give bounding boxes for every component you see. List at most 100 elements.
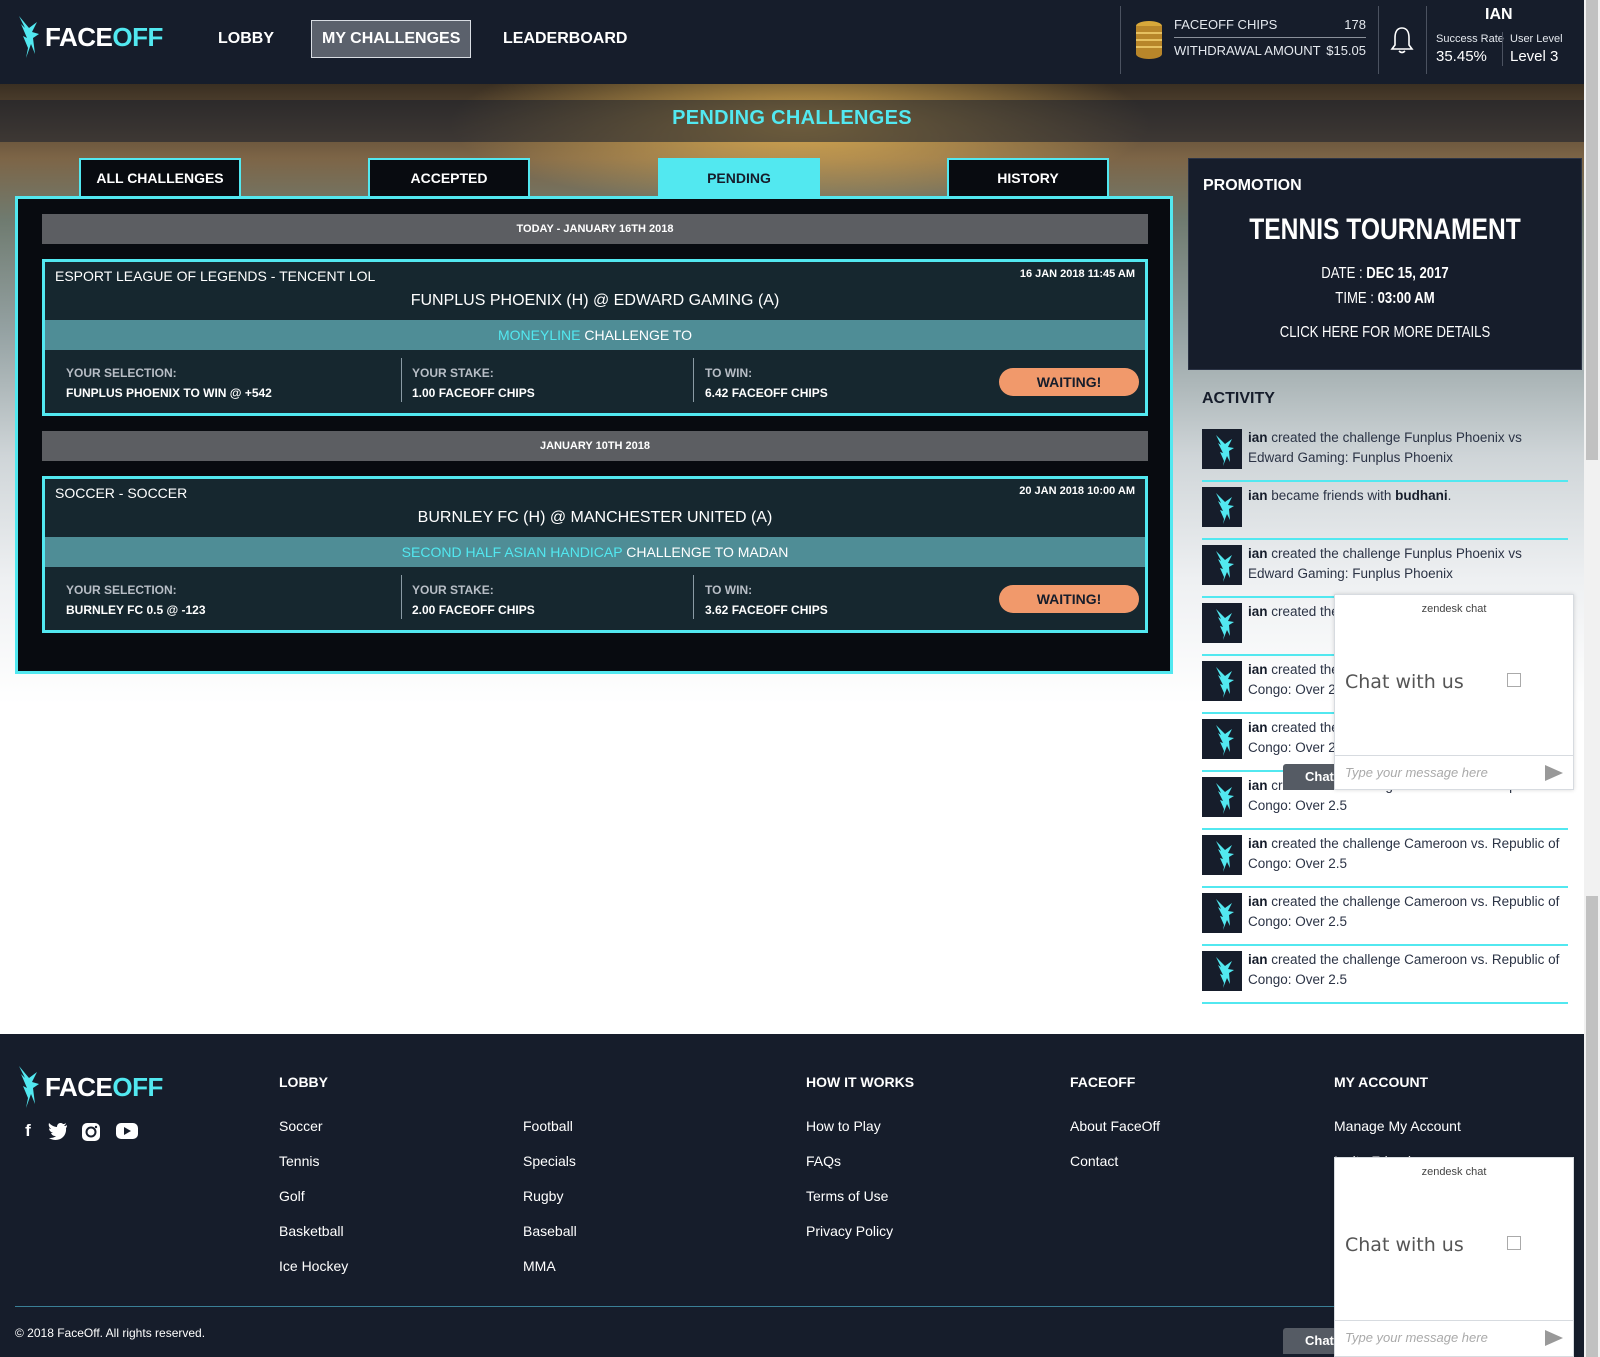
activity-user[interactable]: ian [1248, 546, 1268, 561]
footer-how-link[interactable]: Terms of Use [806, 1188, 888, 1204]
avatar[interactable] [1202, 951, 1242, 991]
card-match: BURNLEY FC (H) @ MANCHESTER UNITED (A) [417, 509, 773, 526]
nav-my-challenges[interactable]: MY CHALLENGES [311, 20, 472, 58]
logo-off-text: OFF [112, 21, 163, 52]
stake-value: 1.00 FACEOFF CHIPS [412, 386, 535, 400]
footer-lobby-link[interactable]: Soccer [279, 1118, 323, 1134]
youtube-icon[interactable] [115, 1122, 139, 1140]
chat-tab[interactable]: Chat [1283, 1328, 1339, 1354]
avatar[interactable] [1202, 777, 1242, 817]
footer-lobby-link[interactable]: Golf [279, 1188, 305, 1204]
chat-placeholder: Type your message here [1345, 1330, 1488, 1345]
tab-history[interactable]: HISTORY [947, 158, 1109, 198]
footer-how-link[interactable]: How to Play [806, 1118, 881, 1134]
avatar[interactable] [1202, 545, 1242, 585]
activity-item: ian created the challenge Cameroon vs. R… [1202, 830, 1568, 888]
scrollbar-thumb-top[interactable] [1586, 0, 1598, 460]
avatar[interactable] [1202, 603, 1242, 643]
activity-user[interactable]: ian [1248, 778, 1268, 793]
activity-tail: . [1447, 488, 1452, 503]
selection-label: YOUR SELECTION: [66, 366, 177, 380]
challenge-type-band: MONEYLINE CHALLENGE TO [45, 320, 1145, 350]
bell-icon[interactable] [1390, 26, 1414, 54]
activity-friend[interactable]: budhani [1395, 488, 1448, 503]
broken-image-icon [1507, 673, 1521, 687]
zendesk-chat-widget[interactable]: zendesk chat Chat with us Type your mess… [1334, 1157, 1574, 1357]
footer-how-link[interactable]: FAQs [806, 1153, 841, 1169]
avatar[interactable] [1202, 893, 1242, 933]
footer-lobby-link[interactable]: Rugby [523, 1188, 563, 1204]
promotion-cta[interactable]: CLICK HERE FOR MORE DETAILS [1224, 324, 1545, 342]
chat-tab[interactable]: Chat [1283, 764, 1339, 790]
nav-leaderboard[interactable]: LEADERBOARD [493, 20, 637, 58]
chat-message-input[interactable]: Type your message here [1335, 755, 1573, 789]
avatar[interactable] [1202, 487, 1242, 527]
send-icon[interactable] [1545, 1330, 1563, 1346]
activity-item: ian became friends with budhani. [1202, 482, 1568, 540]
activity-user[interactable]: ian [1248, 604, 1268, 619]
tab-all-challenges[interactable]: ALL CHALLENGES [79, 158, 241, 198]
footer-faceoff-link[interactable]: About FaceOff [1070, 1118, 1160, 1134]
activity-user[interactable]: ian [1248, 662, 1268, 677]
activity-text: ian created the challenge Funplus Phoeni… [1248, 428, 1568, 468]
avatar[interactable] [1202, 429, 1242, 469]
tab-pending[interactable]: PENDING [658, 158, 820, 198]
zendesk-header: zendesk chat [1421, 603, 1487, 615]
chat-message-input[interactable]: Type your message here [1335, 1320, 1573, 1354]
zendesk-chat-widget[interactable]: zendesk chat Chat with us Type your mess… [1334, 594, 1574, 790]
waiting-button[interactable]: WAITING! [999, 585, 1139, 613]
footer-account-heading: MY ACCOUNT [1334, 1074, 1429, 1090]
activity-item: ian created the challenge Funplus Phoeni… [1202, 424, 1568, 482]
activity-user[interactable]: ian [1248, 952, 1268, 967]
activity-user[interactable]: ian [1248, 488, 1268, 503]
activity-user[interactable]: ian [1248, 720, 1268, 735]
twitter-icon[interactable] [48, 1122, 68, 1140]
footer-lobby-link[interactable]: Baseball [523, 1223, 577, 1239]
facebook-icon[interactable]: f [20, 1121, 36, 1140]
activity-message: created the challenge Funplus Phoenix vs… [1248, 430, 1522, 465]
footer-divider [15, 1306, 1335, 1307]
col-divider [693, 358, 694, 402]
send-icon[interactable] [1545, 765, 1563, 781]
promotion-time-value: 03:00 AM [1377, 290, 1435, 307]
footer-logo[interactable]: FACEOFF [15, 1064, 163, 1110]
success-rate-value: 35.45% [1436, 48, 1487, 65]
nav-lobby[interactable]: LOBBY [208, 20, 284, 58]
promotion-date: DATE : DEC 15, 2017 [1224, 265, 1545, 283]
challenge-card: ESPORT LEAGUE OF LEGENDS - TENCENT LOL 1… [42, 259, 1148, 416]
win-label: TO WIN: [705, 583, 753, 597]
user-name[interactable]: IAN [1485, 6, 1513, 24]
footer-how-heading: HOW IT WORKS [806, 1074, 915, 1090]
activity-user[interactable]: ian [1248, 430, 1268, 445]
card-sport: ESPORT LEAGUE OF LEGENDS - TENCENT LOL [55, 268, 376, 284]
activity-text: ian created the challenge Funplus Phoeni… [1248, 544, 1568, 584]
footer-lobby-link[interactable]: Ice Hockey [279, 1258, 348, 1274]
stake-label: YOUR STAKE: [412, 583, 494, 597]
faceoff-logo[interactable]: FACEOFF [15, 14, 163, 60]
success-rate-label: Success Rate [1436, 33, 1504, 45]
scrollbar-thumb-bottom[interactable] [1586, 896, 1598, 1357]
phoenix-avatar-icon [1216, 899, 1234, 930]
footer-lobby-link[interactable]: MMA [523, 1258, 556, 1274]
footer-lobby-link[interactable]: Tennis [279, 1153, 319, 1169]
tab-accepted[interactable]: ACCEPTED [368, 158, 530, 198]
footer-lobby-heading: LOBBY [279, 1074, 328, 1090]
page-scrollbar[interactable] [1584, 0, 1600, 1357]
footer-lobby-link[interactable]: Specials [523, 1153, 576, 1169]
footer-lobby-link[interactable]: Football [523, 1118, 573, 1134]
card-time: 20 JAN 2018 10:00 AM [1019, 485, 1135, 497]
avatar[interactable] [1202, 835, 1242, 875]
footer-how-link[interactable]: Privacy Policy [806, 1223, 893, 1239]
phoenix-avatar-icon [1216, 841, 1234, 872]
activity-user[interactable]: ian [1248, 836, 1268, 851]
footer-lobby-link[interactable]: Basketball [279, 1223, 344, 1239]
footer-faceoff-link[interactable]: Contact [1070, 1153, 1118, 1169]
waiting-button[interactable]: WAITING! [999, 368, 1139, 396]
instagram-icon[interactable] [81, 1122, 101, 1142]
avatar[interactable] [1202, 719, 1242, 759]
avatar[interactable] [1202, 661, 1242, 701]
promotion-box[interactable]: PROMOTION TENNIS TOURNAMENT DATE : DEC 1… [1188, 158, 1582, 370]
activity-user[interactable]: ian [1248, 894, 1268, 909]
footer-account-link[interactable]: Manage My Account [1334, 1118, 1461, 1134]
chips-label: FACEOFF CHIPS [1174, 17, 1278, 32]
